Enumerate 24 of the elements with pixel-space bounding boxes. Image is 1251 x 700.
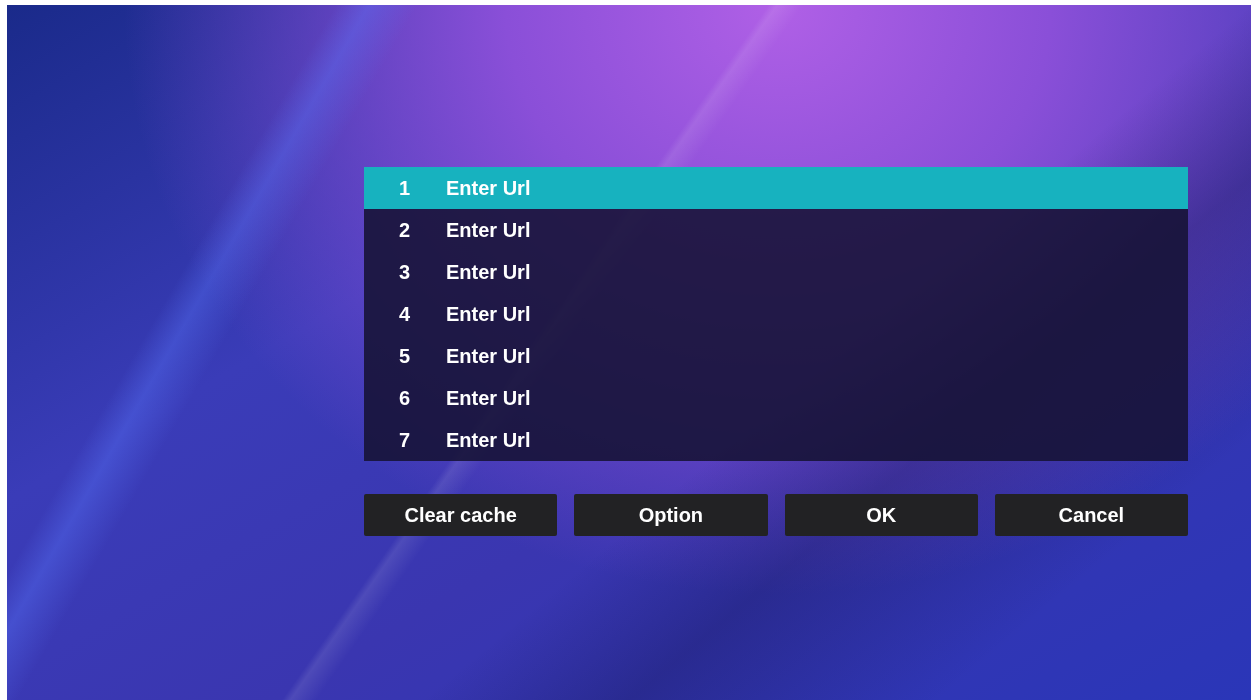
url-label: Enter Url: [446, 386, 531, 410]
url-list-row[interactable]: 7 Enter Url: [364, 419, 1188, 461]
url-list-row[interactable]: 4 Enter Url: [364, 293, 1188, 335]
url-label: Enter Url: [446, 344, 531, 368]
url-label: Enter Url: [446, 302, 531, 326]
url-list-row[interactable]: 5 Enter Url: [364, 335, 1188, 377]
action-button[interactable]: OK: [784, 494, 978, 536]
row-number: 5: [398, 344, 412, 368]
row-number: 1: [398, 176, 412, 200]
url-list-row[interactable]: 2 Enter Url: [364, 209, 1188, 251]
action-button[interactable]: Cancel: [994, 494, 1188, 536]
row-number: 4: [398, 302, 412, 326]
action-button[interactable]: Option: [574, 494, 768, 536]
row-number: 6: [398, 386, 412, 410]
url-label: Enter Url: [446, 260, 531, 284]
url-label: Enter Url: [446, 176, 531, 200]
row-number: 2: [398, 218, 412, 242]
url-list-row[interactable]: 6 Enter Url: [364, 377, 1188, 419]
row-number: 3: [398, 260, 412, 284]
url-label: Enter Url: [446, 428, 531, 452]
url-label: Enter Url: [446, 218, 531, 242]
action-button[interactable]: Clear cache: [364, 494, 558, 536]
url-list-row[interactable]: 3 Enter Url: [364, 251, 1188, 293]
row-number: 7: [398, 428, 412, 452]
